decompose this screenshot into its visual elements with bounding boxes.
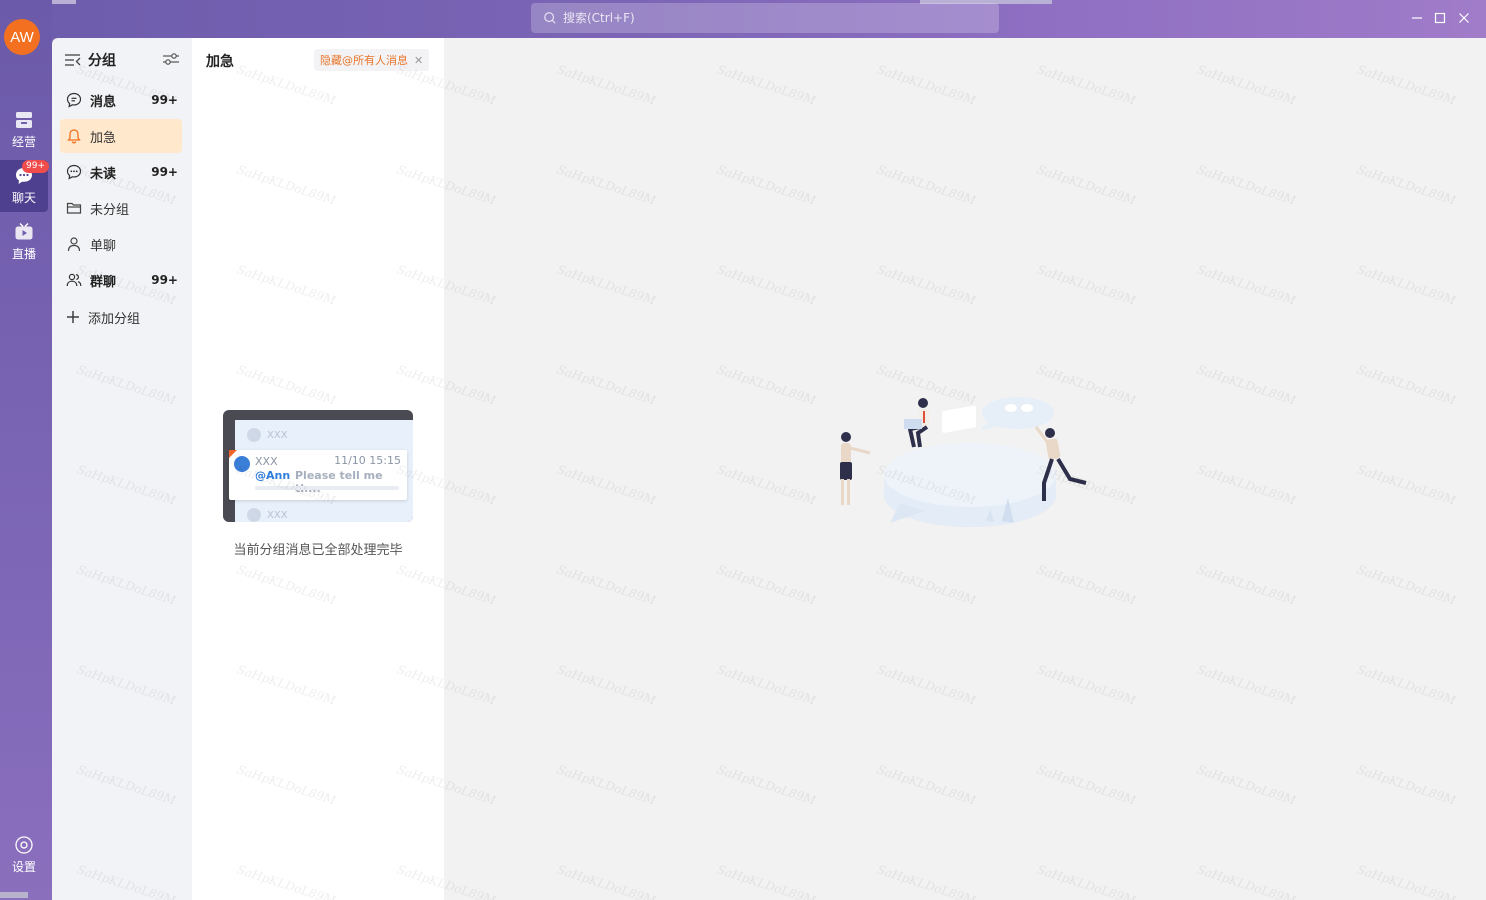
store-icon bbox=[16, 112, 32, 128]
rail-item-label: 直播 bbox=[11, 247, 36, 261]
search-input[interactable] bbox=[563, 11, 983, 25]
rail-item-business[interactable]: 经营 bbox=[0, 104, 48, 156]
empty-state-text: 当前分组消息已全部处理完毕 bbox=[233, 543, 403, 558]
rail-item-chat[interactable]: 99+ 聊天 bbox=[0, 160, 49, 212]
group-panel: 分组 消息 99+ 加急 未读 99+ 未分组 单聊 群聊 99+ 添加分组 bbox=[52, 38, 192, 900]
message-preview: Please tell me th... bbox=[295, 469, 383, 495]
group-icon bbox=[66, 273, 82, 287]
minimize-button[interactable] bbox=[1407, 8, 1427, 28]
group-item-messages[interactable]: 消息 99+ bbox=[60, 83, 182, 117]
highlighted-message-card: XXX 11/10 15:15 @Ann Please tell me th..… bbox=[229, 450, 407, 500]
folder-icon bbox=[66, 202, 82, 214]
group-item-unread[interactable]: 未读 99+ bbox=[60, 155, 182, 189]
message-icon bbox=[66, 92, 82, 108]
unread-icon bbox=[66, 164, 82, 180]
group-item-label: 消息 bbox=[90, 94, 117, 110]
search-box[interactable] bbox=[531, 3, 999, 33]
plus-icon bbox=[67, 311, 79, 323]
rail-item-label: 设置 bbox=[11, 860, 36, 874]
title-bar bbox=[0, 0, 1486, 38]
group-item-count: 99+ bbox=[151, 165, 178, 179]
empty-chat-illustration bbox=[840, 397, 1087, 527]
maximize-button[interactable] bbox=[1430, 8, 1450, 28]
group-item-count: 99+ bbox=[151, 93, 178, 107]
group-item-count: 99+ bbox=[151, 273, 178, 287]
urgent-flag-icon bbox=[229, 450, 237, 458]
list-title: 加急 bbox=[206, 54, 234, 70]
group-item-single-chat[interactable]: 单聊 bbox=[60, 227, 182, 261]
person-icon bbox=[67, 237, 81, 252]
group-item-label: 群聊 bbox=[90, 274, 117, 290]
search-icon bbox=[544, 12, 556, 24]
rail-item-label: 经营 bbox=[11, 135, 36, 149]
rail-bottom-bar bbox=[0, 892, 28, 898]
mention-text: @Ann bbox=[255, 469, 291, 482]
placeholder-row: XXX bbox=[247, 428, 288, 442]
left-rail: AW 经营 99+ 聊天 直播 设置 bbox=[0, 0, 52, 900]
message-time: 11/10 15:15 bbox=[334, 454, 401, 467]
group-item-label: 加急 bbox=[90, 130, 117, 146]
placeholder-bar bbox=[255, 486, 399, 490]
chat-main-panel bbox=[444, 38, 1486, 900]
close-icon[interactable]: ✕ bbox=[414, 54, 423, 67]
tv-icon bbox=[15, 223, 33, 240]
group-panel-title: 分组 bbox=[88, 53, 116, 69]
bell-icon bbox=[67, 129, 81, 144]
group-item-label: 单聊 bbox=[90, 238, 117, 254]
hide-at-all-label: 隐藏@所有人消息 bbox=[320, 54, 408, 67]
rail-item-label: 聊天 bbox=[11, 191, 36, 205]
placeholder-row: XXX bbox=[247, 508, 288, 522]
group-item-label: 未读 bbox=[90, 166, 117, 182]
avatar bbox=[247, 508, 261, 522]
empty-state-illustration: XXX XXX XXX 11/10 15:15 @Ann Please tell… bbox=[223, 410, 413, 522]
minimize-icon bbox=[1412, 17, 1422, 19]
maximize-icon bbox=[1434, 12, 1446, 24]
group-item-urgent[interactable]: 加急 bbox=[60, 119, 182, 153]
placeholder-name: XXX bbox=[267, 509, 288, 521]
group-panel-header: 分组 bbox=[64, 50, 180, 70]
settings-icon bbox=[15, 836, 33, 854]
avatar bbox=[247, 428, 261, 442]
close-icon bbox=[1459, 13, 1469, 23]
group-item-label: 未分组 bbox=[90, 202, 130, 218]
filter-settings-icon[interactable] bbox=[162, 52, 180, 66]
sender-name: XXX bbox=[255, 455, 278, 468]
conversation-list-panel: 加急 隐藏@所有人消息 ✕ XXX XXX XXX 11/10 15:15 @A… bbox=[192, 38, 444, 900]
placeholder-name: XXX bbox=[267, 429, 288, 441]
add-group-label: 添加分组 bbox=[88, 311, 141, 327]
group-item-group-chat[interactable]: 群聊 99+ bbox=[60, 263, 182, 297]
add-group-button[interactable]: 添加分组 bbox=[60, 300, 182, 334]
unread-badge: 99+ bbox=[22, 160, 49, 173]
close-window-button[interactable] bbox=[1454, 8, 1474, 28]
rail-item-settings[interactable]: 设置 bbox=[0, 829, 48, 881]
collapse-menu-icon[interactable] bbox=[64, 52, 82, 68]
avatar bbox=[234, 456, 250, 472]
group-item-ungrouped[interactable]: 未分组 bbox=[60, 191, 182, 225]
hide-at-all-toggle[interactable]: 隐藏@所有人消息 ✕ bbox=[314, 49, 430, 71]
avatar[interactable]: AW bbox=[4, 19, 40, 55]
rail-item-live[interactable]: 直播 bbox=[0, 216, 48, 268]
